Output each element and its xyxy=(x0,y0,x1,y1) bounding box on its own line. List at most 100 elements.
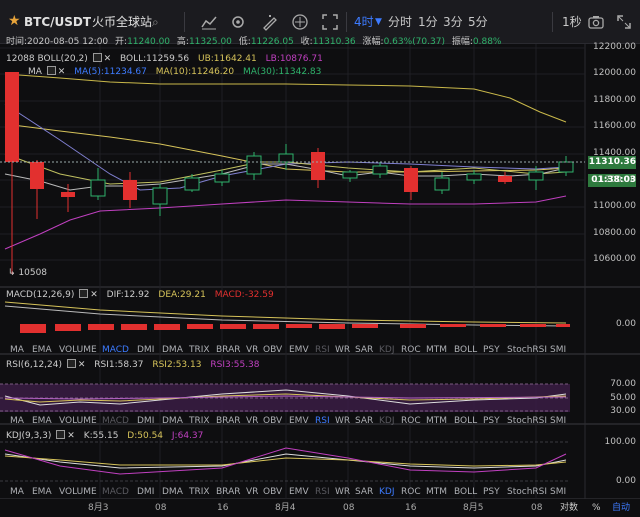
tab-dma[interactable]: DMA xyxy=(162,344,183,356)
tab-volume[interactable]: VOLUME xyxy=(59,415,97,427)
expand-icon[interactable] xyxy=(615,13,633,31)
tab-wr[interactable]: WR xyxy=(335,415,350,427)
tab-ema[interactable]: EMA xyxy=(32,415,52,427)
compare-icon[interactable] xyxy=(291,13,309,31)
tab-macd[interactable]: MACD xyxy=(102,486,129,498)
log-scale-toggle[interactable]: 对数 xyxy=(560,500,578,513)
favorite-star-icon[interactable]: ★ xyxy=(8,11,21,31)
tab-ma[interactable]: MA xyxy=(10,486,24,498)
tab-dma[interactable]: DMA xyxy=(162,415,183,427)
percent-scale-toggle[interactable]: % xyxy=(592,503,601,513)
tab-roc[interactable]: ROC xyxy=(401,415,421,427)
tab-trix[interactable]: TRIX xyxy=(189,344,210,356)
rsi-visibility-checkbox[interactable] xyxy=(66,359,76,368)
chevron-down-icon[interactable]: ▼ xyxy=(375,12,382,32)
tab-volume[interactable]: VOLUME xyxy=(59,344,97,356)
symbol-title[interactable]: BTC/USDT xyxy=(24,12,91,32)
tab-sar[interactable]: SAR xyxy=(355,486,373,498)
tab-obv[interactable]: OBV xyxy=(263,486,282,498)
tab-mtm[interactable]: MTM xyxy=(426,486,447,498)
kdj-visibility-checkbox[interactable] xyxy=(56,430,66,439)
tab-boll[interactable]: BOLL xyxy=(454,486,477,498)
tab-dma[interactable]: DMA xyxy=(162,486,183,498)
tab-kdj[interactable]: KDJ xyxy=(379,344,395,356)
tab-brar[interactable]: BRAR xyxy=(216,415,240,427)
tab-wr[interactable]: WR xyxy=(335,344,350,356)
period-tab-3m[interactable]: 3分 xyxy=(443,12,463,32)
tab-boll[interactable]: BOLL xyxy=(454,415,477,427)
tab-psy[interactable]: PSY xyxy=(483,344,500,356)
tab-roc[interactable]: ROC xyxy=(401,486,421,498)
interval-selector[interactable]: 4时 xyxy=(354,12,374,32)
period-tab-1m[interactable]: 1分 xyxy=(418,12,438,32)
tab-vr[interactable]: VR xyxy=(246,344,258,356)
toolbar-divider xyxy=(184,12,185,32)
tab-stochrsi[interactable]: StochRSI xyxy=(507,415,547,427)
kline-chart[interactable] xyxy=(0,44,640,517)
price-axis-label: 12200.00 xyxy=(593,42,636,52)
tab-smi[interactable]: SMI xyxy=(550,486,566,498)
tab-trix[interactable]: TRIX xyxy=(189,415,210,427)
tab-kdj[interactable]: KDJ xyxy=(379,415,395,427)
rsi3-value: RSI3:55.38 xyxy=(210,360,260,370)
macd-visibility-checkbox[interactable] xyxy=(79,289,89,298)
tab-sar[interactable]: SAR xyxy=(355,415,373,427)
draw-icon[interactable] xyxy=(261,13,279,31)
indicator-icon[interactable] xyxy=(200,13,218,31)
tab-stochrsi[interactable]: StochRSI xyxy=(507,486,547,498)
tab-macd[interactable]: MACD xyxy=(102,344,129,356)
period-tab-5m[interactable]: 5分 xyxy=(468,12,488,32)
kdj-d-value: D:50.54 xyxy=(127,431,164,441)
tab-mtm[interactable]: MTM xyxy=(426,415,447,427)
auto-scale-toggle[interactable]: 自动 xyxy=(612,500,630,513)
tab-ma[interactable]: MA xyxy=(10,344,24,356)
tab-emv[interactable]: EMV xyxy=(289,344,309,356)
tab-emv[interactable]: EMV xyxy=(289,415,309,427)
tab-stochrsi[interactable]: StochRSI xyxy=(507,344,547,356)
close-icon[interactable]: ✕ xyxy=(90,290,98,300)
tab-vr[interactable]: VR xyxy=(246,486,258,498)
tab-macd[interactable]: MACD xyxy=(102,415,129,427)
period-tab-timeline[interactable]: 分时 xyxy=(388,12,412,32)
tab-roc[interactable]: ROC xyxy=(401,344,421,356)
tab-obv[interactable]: OBV xyxy=(263,415,282,427)
tab-ema[interactable]: EMA xyxy=(32,486,52,498)
tab-emv[interactable]: EMV xyxy=(289,486,309,498)
boll-visibility-checkbox[interactable] xyxy=(92,53,102,62)
tab-sar[interactable]: SAR xyxy=(355,344,373,356)
fullscreen-icon[interactable] xyxy=(321,13,339,31)
tab-brar[interactable]: BRAR xyxy=(216,486,240,498)
tab-dmi[interactable]: DMI xyxy=(137,344,154,356)
tab-volume[interactable]: VOLUME xyxy=(59,486,97,498)
tab-vr[interactable]: VR xyxy=(246,415,258,427)
time-axis-label: 8月4 xyxy=(275,503,296,513)
tab-brar[interactable]: BRAR xyxy=(216,344,240,356)
ma-visibility-checkbox[interactable] xyxy=(46,66,56,75)
settings-icon[interactable] xyxy=(229,13,247,31)
tab-trix[interactable]: TRIX xyxy=(189,486,210,498)
search-icon[interactable]: ⌕ xyxy=(152,12,159,32)
tab-wr[interactable]: WR xyxy=(335,486,350,498)
tab-dmi[interactable]: DMI xyxy=(137,486,154,498)
tab-kdj[interactable]: KDJ xyxy=(379,486,395,498)
tab-smi[interactable]: SMI xyxy=(550,415,566,427)
close-icon[interactable]: ✕ xyxy=(104,54,112,64)
tab-ema[interactable]: EMA xyxy=(32,344,52,356)
camera-icon[interactable] xyxy=(587,13,605,31)
tab-psy[interactable]: PSY xyxy=(483,486,500,498)
tab-rsi[interactable]: RSI xyxy=(315,415,330,427)
close-icon[interactable]: ✕ xyxy=(78,360,86,370)
tab-boll[interactable]: BOLL xyxy=(454,344,477,356)
tab-ma[interactable]: MA xyxy=(10,415,24,427)
tab-rsi[interactable]: RSI xyxy=(315,344,330,356)
close-icon[interactable]: ✕ xyxy=(67,431,75,441)
tab-mtm[interactable]: MTM xyxy=(426,344,447,356)
tab-dmi[interactable]: DMI xyxy=(137,415,154,427)
close-label: 收: xyxy=(300,37,313,47)
refresh-interval[interactable]: 1秒 xyxy=(562,12,582,32)
close-icon[interactable]: ✕ xyxy=(58,67,66,77)
tab-smi[interactable]: SMI xyxy=(550,344,566,356)
tab-obv[interactable]: OBV xyxy=(263,344,282,356)
tab-rsi[interactable]: RSI xyxy=(315,486,330,498)
tab-psy[interactable]: PSY xyxy=(483,415,500,427)
